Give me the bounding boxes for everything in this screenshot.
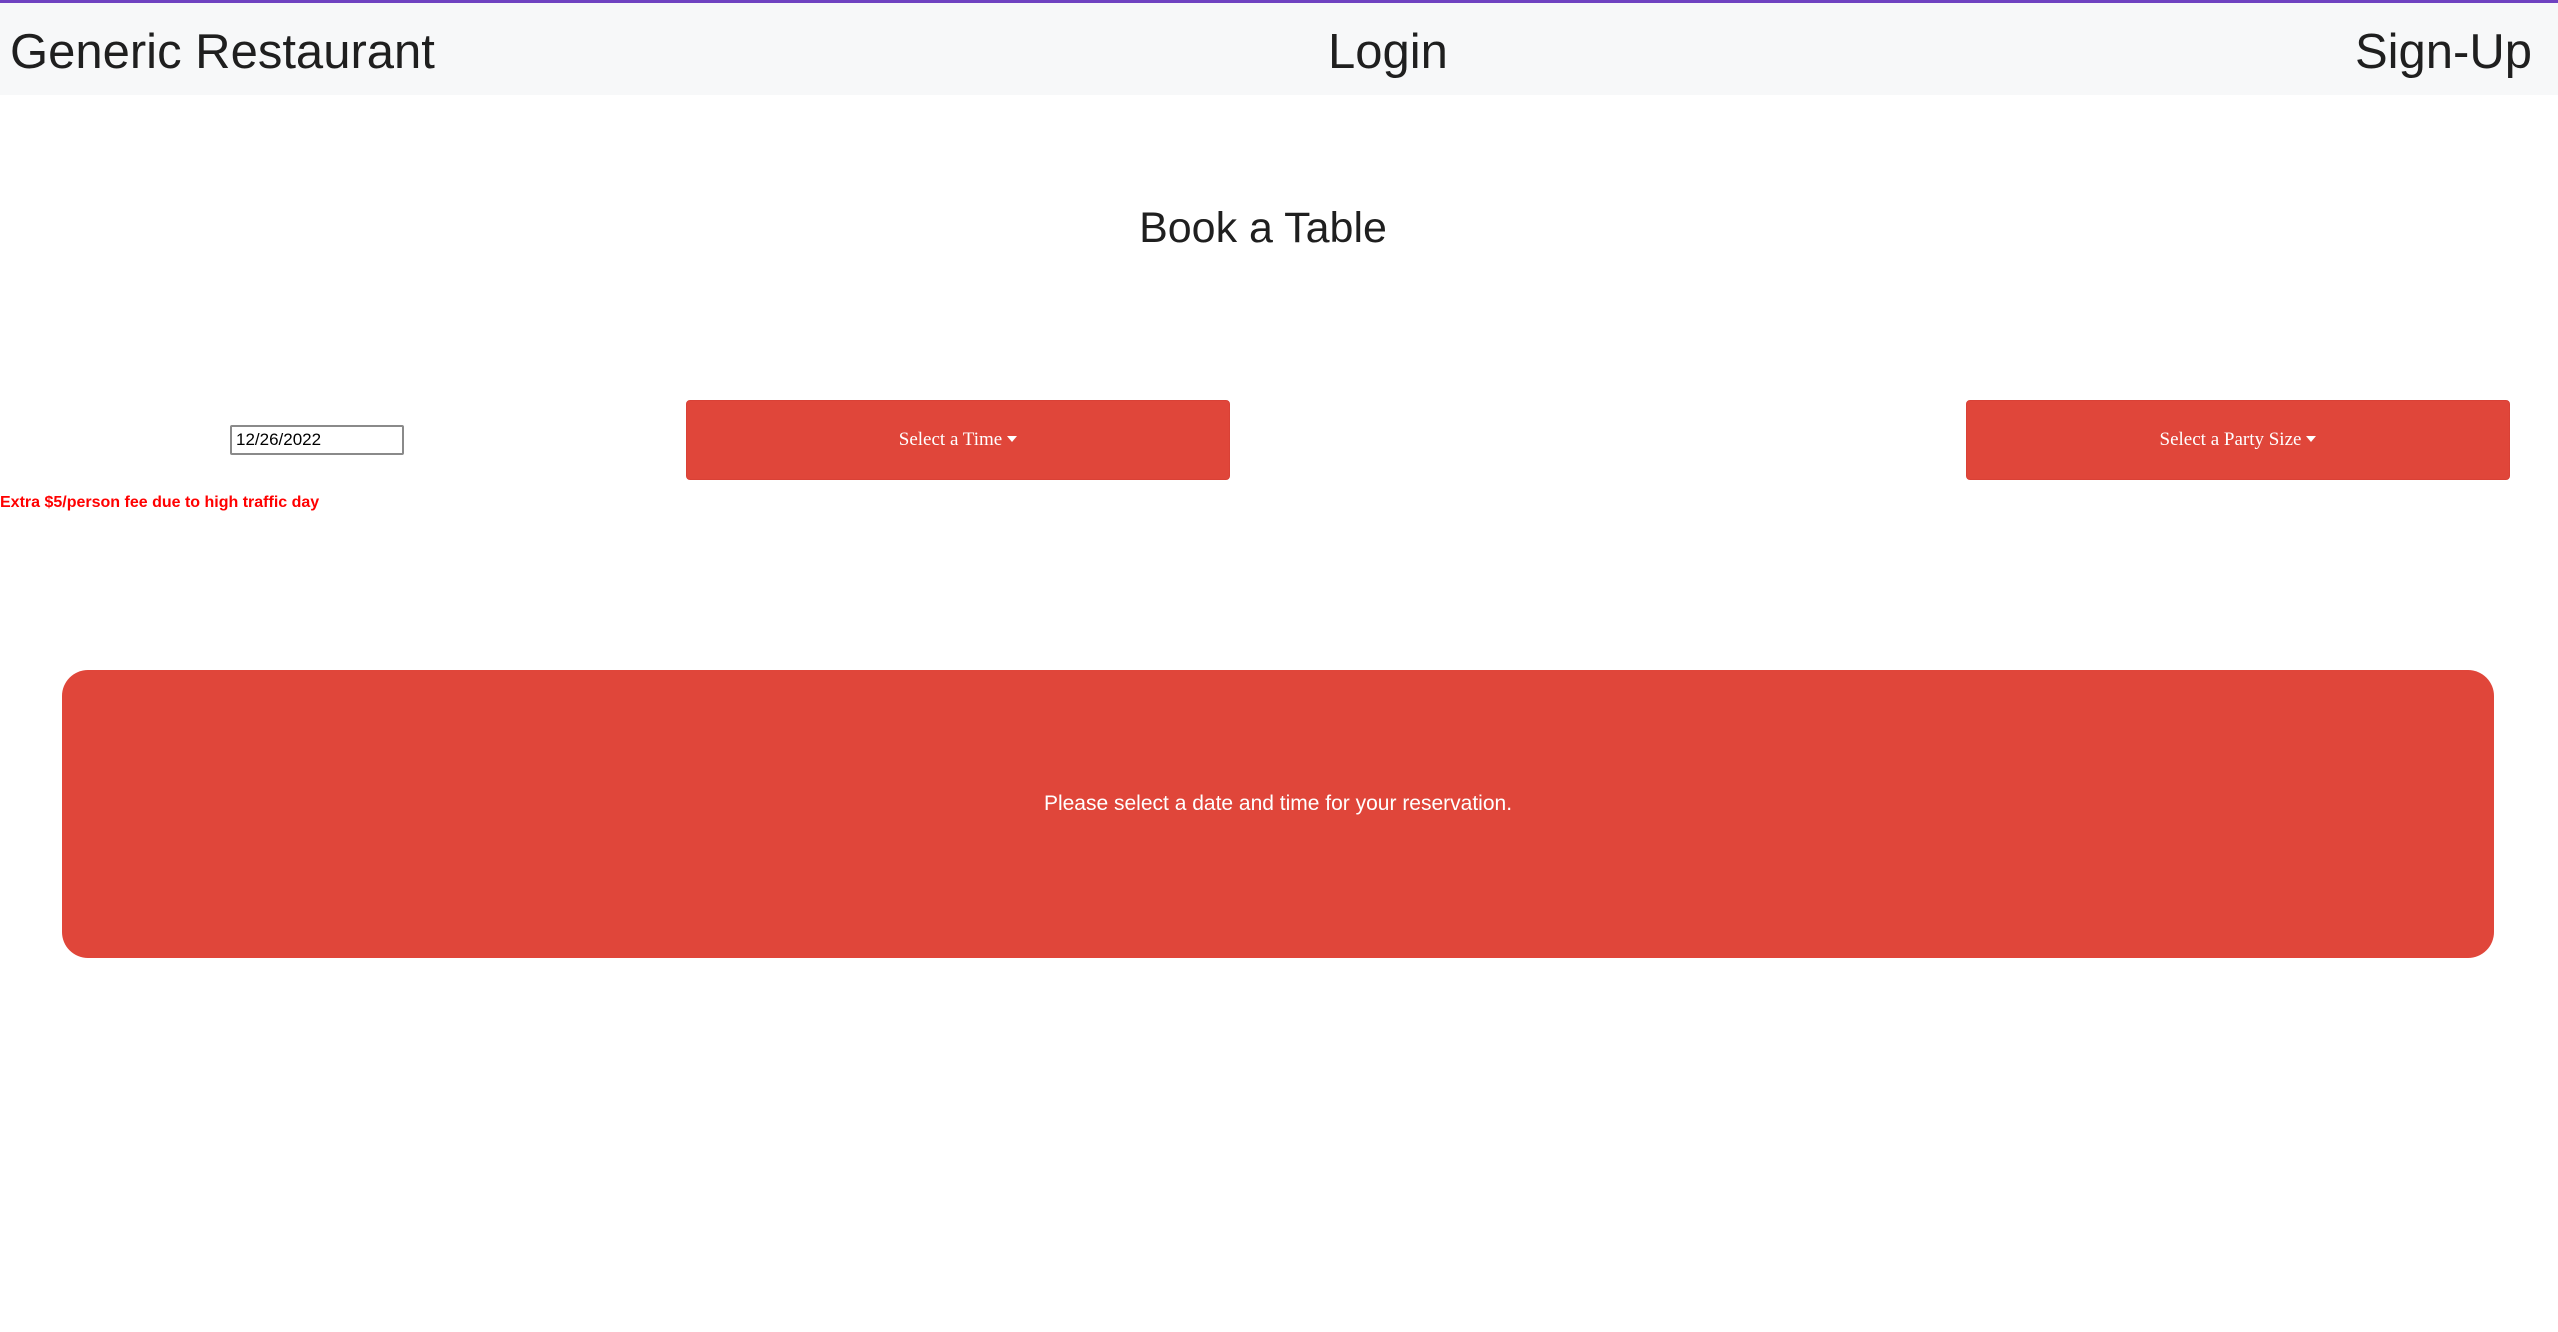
- login-link[interactable]: Login: [1328, 23, 1448, 81]
- brand-link[interactable]: Generic Restaurant: [10, 23, 435, 81]
- party-size-dropdown-button[interactable]: Select a Party Size: [1966, 400, 2510, 480]
- party-size-dropdown-label: Select a Party Size: [2159, 429, 2302, 450]
- fee-notice: Extra $5/person fee due to high traffic …: [0, 494, 320, 511]
- date-input[interactable]: [230, 425, 404, 455]
- navbar: Generic Restaurant Login Sign-Up: [0, 3, 2558, 95]
- reservation-message: Please select a date and time for your r…: [1043, 792, 1513, 815]
- reservation-message-panel: Please select a date and time for your r…: [62, 670, 2494, 958]
- time-dropdown-button[interactable]: Select a Time: [686, 400, 1230, 480]
- caret-down-icon: [2306, 436, 2317, 442]
- page-title: Book a Table: [1139, 204, 1387, 252]
- page: Generic Restaurant Login Sign-Up Book a …: [0, 0, 2558, 1332]
- caret-down-icon: [1007, 436, 1018, 442]
- signup-link[interactable]: Sign-Up: [2355, 23, 2532, 81]
- time-dropdown-label: Select a Time: [898, 429, 1003, 450]
